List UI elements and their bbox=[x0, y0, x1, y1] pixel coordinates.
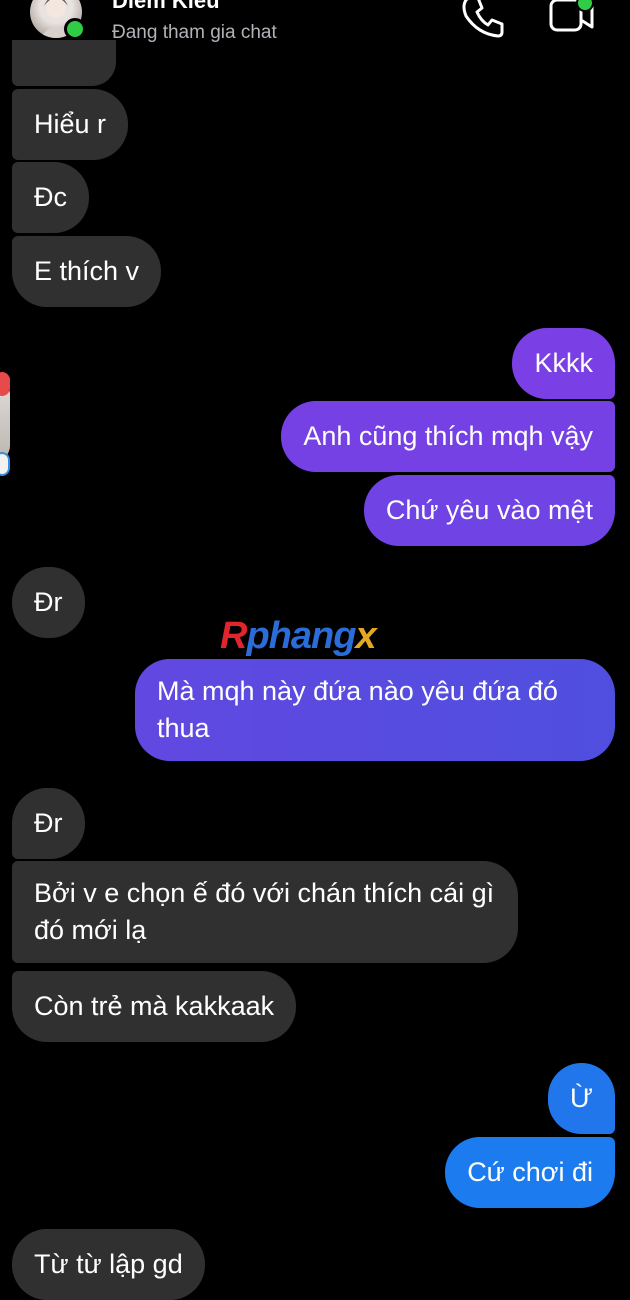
message-outgoing[interactable]: Anh cũng thích mqh vậy bbox=[281, 401, 615, 472]
message-bubble-partial bbox=[12, 40, 116, 86]
online-status-dot bbox=[64, 18, 86, 40]
message-incoming[interactable]: Đr bbox=[12, 788, 85, 859]
phone-icon bbox=[462, 0, 504, 38]
contact-name[interactable]: Diem Kieu bbox=[112, 0, 220, 14]
message-incoming[interactable]: E thích v bbox=[12, 236, 162, 307]
watermark-logo: Rphangx bbox=[220, 615, 377, 657]
contact-status: Đang tham gia chat bbox=[112, 22, 277, 43]
message-outgoing[interactable]: Mà mqh này đứa nào yêu đứa đó thua bbox=[135, 659, 615, 761]
message-incoming[interactable]: Đc bbox=[12, 162, 89, 233]
chat-head-status-icon bbox=[0, 452, 10, 476]
message-outgoing[interactable]: Chứ yêu vào mệt bbox=[363, 475, 615, 546]
message-outgoing[interactable]: Ừ bbox=[547, 1063, 615, 1134]
message-incoming[interactable]: Còn trẻ mà kakkaak bbox=[12, 971, 297, 1042]
call-button[interactable] bbox=[458, 0, 506, 40]
message-incoming[interactable]: Hiểu r bbox=[12, 89, 129, 160]
message-incoming[interactable]: Từ từ lập gd bbox=[12, 1229, 205, 1300]
message-incoming[interactable]: Đr bbox=[12, 567, 85, 638]
message-incoming[interactable]: Bởi v e chọn ế đó với chán thích cái gì … bbox=[12, 861, 518, 963]
chat-head-badge bbox=[0, 372, 10, 396]
message-outgoing[interactable]: Cứ chơi đi bbox=[445, 1137, 615, 1208]
message-outgoing[interactable]: Kkkk bbox=[512, 328, 615, 399]
